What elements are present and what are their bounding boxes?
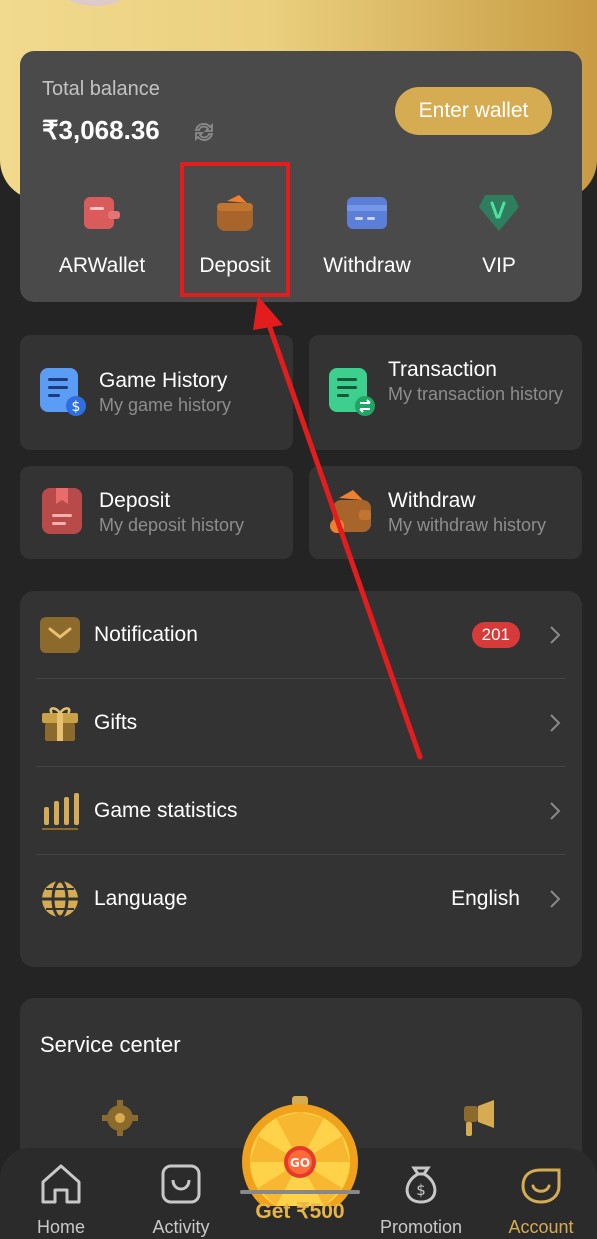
deposit-history-tile[interactable]: Deposit My deposit history [20,466,293,559]
balance-card: Total balance ₹3,068.36 Enter wallet ARW… [20,51,582,302]
chevron-right-icon [550,890,561,908]
game-history-tile[interactable]: $ Game History My game history [20,335,293,450]
deposit-history-subtitle: My deposit history [99,515,245,535]
deposit-history-title: Deposit [99,489,171,512]
menu-item-notification[interactable]: Notification 201 [36,591,566,679]
arwallet-label: ARWallet [58,254,146,277]
vip-button[interactable]: VIP [439,191,559,278]
tab-account-label: Account [508,1217,574,1237]
tab-activity[interactable]: Activity [126,1162,236,1238]
arwallet-icon [84,197,120,229]
notification-label: Notification [94,623,198,646]
game-history-icon: $ [40,368,86,416]
game-history-subtitle: My game history [99,395,232,415]
withdraw-button[interactable]: Withdraw [307,191,427,278]
deposit-highlight-box [180,162,290,297]
svg-text:$: $ [416,1181,426,1199]
svg-text:$: $ [72,399,81,415]
tab-home-label: Home [36,1217,85,1237]
megaphone-icon[interactable] [460,1098,504,1138]
refresh-icon[interactable] [192,120,216,144]
activity-bag-icon [161,1164,201,1204]
total-balance-label: Total balance [42,78,160,100]
game-statistics-label: Game statistics [94,799,238,822]
tab-promotion-label: Promotion [379,1217,463,1237]
transaction-icon [329,368,375,416]
transaction-subtitle: My transaction history [388,384,564,404]
total-balance-value: ₹3,068.36 [42,115,160,145]
menu-item-gifts[interactable]: Gifts [36,679,566,767]
gifts-label: Gifts [94,711,138,734]
settings-gear-icon[interactable] [100,1098,140,1138]
lucky-wheel-icon[interactable]: GO [238,1096,362,1206]
language-label: Language [94,887,188,910]
settings-menu: Notification 201 Gifts Game statistics L… [20,591,582,967]
envelope-icon [40,617,80,653]
chevron-right-icon [550,714,561,732]
withdraw-history-subtitle: My withdraw history [388,515,547,535]
home-icon [41,1164,81,1204]
notification-count-badge: 201 [471,622,520,648]
menu-item-game-statistics[interactable]: Game statistics [36,767,566,855]
withdraw-history-title: Withdraw [388,489,476,512]
deposit-history-icon [42,488,82,534]
game-history-title: Game History [99,369,228,392]
vip-label: VIP [482,254,516,277]
transaction-title: Transaction [388,358,497,381]
tab-account[interactable]: Account [486,1162,596,1238]
tab-home[interactable]: Home [6,1162,116,1238]
chevron-right-icon [550,802,561,820]
tab-promotion[interactable]: $ Promotion [366,1162,476,1238]
vip-icon [479,195,519,231]
withdraw-label: Withdraw [323,254,411,277]
money-bag-icon: $ [405,1166,437,1204]
svg-text:GO: GO [290,1156,310,1170]
account-smile-icon [521,1168,561,1204]
withdraw-history-tile[interactable]: Withdraw My withdraw history [309,466,582,559]
bar-chart-icon [42,793,79,830]
globe-icon [42,879,78,919]
tab-activity-label: Activity [152,1217,210,1237]
enter-wallet-button[interactable]: Enter wallet [395,87,552,135]
menu-item-language[interactable]: Language English [36,855,566,943]
withdraw-card-icon [347,197,387,229]
transaction-tile[interactable]: Transaction My transaction history [309,335,582,450]
avatar[interactable] [60,0,130,6]
get-bonus-label[interactable]: Get ₹500 [238,1199,362,1224]
withdraw-history-icon [330,490,371,533]
chevron-right-icon [550,626,561,644]
language-value: English [451,887,520,910]
arwallet-button[interactable]: ARWallet [42,191,162,278]
service-center-title: Service center [40,1032,181,1057]
gift-icon [42,707,78,741]
